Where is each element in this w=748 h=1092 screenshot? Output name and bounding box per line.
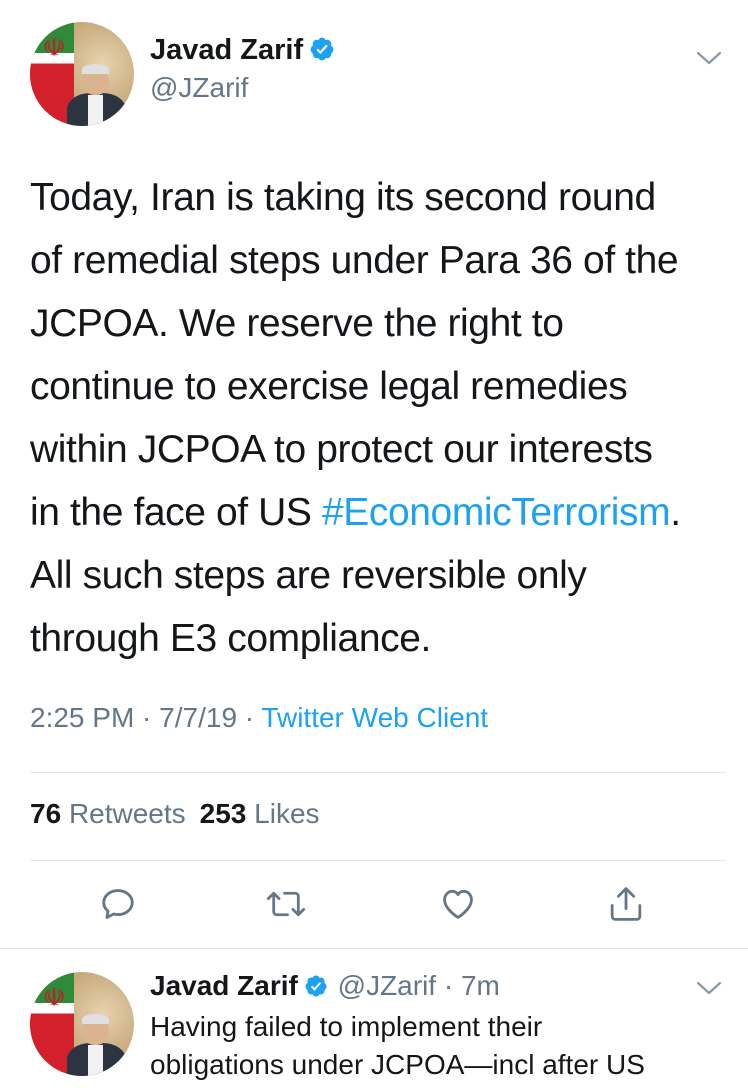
client-link[interactable]: Twitter Web Client xyxy=(261,702,488,733)
share-button[interactable] xyxy=(604,882,648,926)
retweet-icon xyxy=(266,891,306,917)
like-button[interactable] xyxy=(436,882,480,926)
tweet-text: Today, Iran is taking its second round o… xyxy=(30,176,681,660)
chevron-down-icon[interactable] xyxy=(696,50,722,66)
divider xyxy=(30,772,726,773)
retweet-button[interactable] xyxy=(264,882,308,926)
likes-stat[interactable]: 253 Likes xyxy=(200,798,334,829)
author-display-name[interactable]: Javad Zarif xyxy=(150,34,335,67)
tweet-detail-page: ☫ Javad Zarif @JZarif Today, Iran is tak… xyxy=(0,0,748,1092)
verified-badge-icon xyxy=(310,37,334,61)
like-icon xyxy=(443,889,473,919)
reply-button[interactable] xyxy=(96,882,140,926)
hashtag-link[interactable]: #EconomicTerrorism xyxy=(322,491,671,534)
retweets-stat[interactable]: 76 Retweets xyxy=(30,798,200,829)
tweet-timestamp: 2:25 PM · 7/7/19 · Twitter Web Client xyxy=(30,702,489,733)
author-avatar[interactable]: ☫ xyxy=(30,22,134,126)
divider xyxy=(0,948,748,949)
share-icon xyxy=(610,887,642,921)
reply-author-avatar[interactable]: ☫ xyxy=(30,972,134,1076)
reply-tweet-text: Having failed to implement their obligat… xyxy=(150,1011,645,1080)
divider xyxy=(30,860,726,861)
verified-badge-icon xyxy=(305,975,327,997)
reply-icon xyxy=(102,889,134,919)
engagement-stats: 76 Retweets 253 Likes xyxy=(30,798,334,830)
reply-author-line[interactable]: Javad Zarif @JZarif · 7m xyxy=(150,970,500,1002)
author-handle[interactable]: @JZarif xyxy=(150,72,248,104)
chevron-down-icon[interactable] xyxy=(696,980,722,996)
